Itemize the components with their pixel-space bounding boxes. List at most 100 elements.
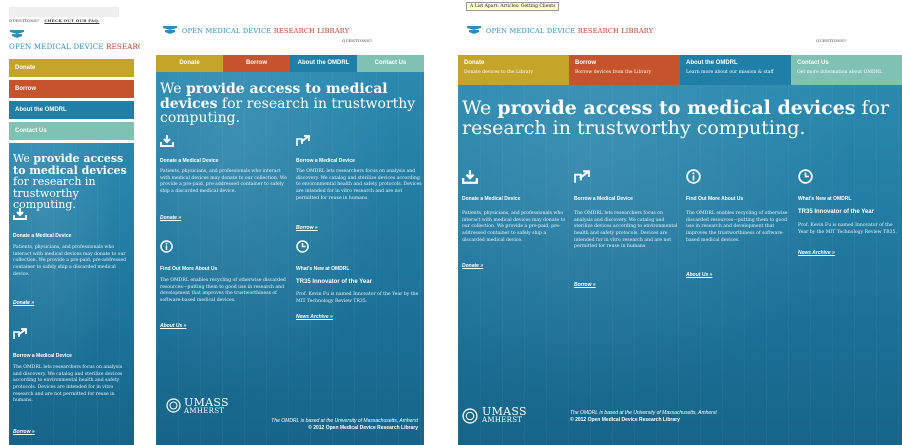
donate-body: Patients, physicians, and professionals … (13, 245, 127, 277)
nav-donate[interactable]: Donate (156, 55, 223, 72)
nav-donate-label: Donate (464, 60, 485, 66)
nav-about-sub: Learn more about our mission & staff (686, 70, 774, 75)
news-headline: TR35 Innovator of the Year (798, 209, 874, 215)
news-link[interactable]: News Archive » (798, 250, 835, 256)
logo-open: OPEN (486, 27, 510, 35)
nav-borrow-label: Borrow (575, 60, 596, 66)
arrow-out-icon (574, 170, 590, 184)
clock-icon (798, 169, 813, 184)
nav-donate[interactable]: Donate Donate devices to the Library (458, 55, 569, 85)
logo-wordmark[interactable]: OPEN MEDICAL DEVICE RESEARCH LIBRARY (182, 27, 349, 35)
nav-donate-label: Donate (179, 60, 200, 66)
umass-wordmark: UMASS AMHERST (184, 397, 229, 415)
questions-label: QUESTIONS? (9, 18, 40, 23)
info-icon (686, 169, 701, 184)
footer-text: The OMDRL is based at the University of … (236, 418, 418, 432)
footer-copyright: © 2012 Open Medical Device Research Libr… (570, 417, 680, 423)
donate-title: Donate a Medical Device (462, 196, 521, 202)
news-body: Prof. Kevin Fu is named Innovator of the… (296, 292, 419, 304)
hero-bold: provide access to medical devices (497, 97, 856, 119)
omdrl-logo-icon[interactable] (162, 24, 178, 36)
about-link[interactable]: About Us » (160, 323, 186, 329)
nav-contact[interactable]: Contact Us (9, 122, 134, 140)
borrow-link[interactable]: Borrow » (296, 225, 318, 231)
news-link[interactable]: News Archive » (296, 314, 333, 320)
borrow-link[interactable]: Borrow » (574, 282, 596, 288)
footer-copyright: © 2012 Open Medical Device Research Libr… (308, 425, 418, 431)
info-icon (160, 240, 173, 253)
nav-contact-label: Contact Us (15, 128, 47, 134)
nav-contact[interactable]: Contact Us Get more information about OM… (791, 55, 902, 85)
nav-about[interactable]: About the OMDRL Learn more about our mis… (680, 55, 791, 85)
about-title: Find Out More About Us (160, 266, 218, 272)
content-area: We provide access to medical devices for… (156, 72, 424, 445)
footer-text: The OMDRL is based at the University of … (570, 410, 810, 424)
nav-borrow-label: Borrow (246, 60, 267, 66)
omdrl-logo-icon[interactable] (466, 24, 482, 36)
browser-tooltip: A List Apart: Articles: Getting Clients (466, 2, 560, 11)
nav-contact-sub: Get more information about OMDRL (797, 70, 883, 75)
amherst-text: AMHERST (482, 415, 523, 424)
logo-wordmark[interactable]: OPEN MEDICAL DEVICE RESEARCH LIBRARY (486, 27, 653, 35)
borrow-body: The OMDRL lets researchers focus on anal… (574, 211, 678, 250)
logo-research: RESEARCH LIBRARY (273, 27, 350, 35)
about-body: The OMDRL enables recycling of otherwise… (160, 278, 286, 303)
donate-link[interactable]: Donate » (462, 263, 483, 269)
panel-desktop: A List Apart: Articles: Getting Clients … (444, 0, 902, 445)
top-strip: QUESTIONS? CHECK OUT OUR FAQ. (9, 7, 119, 23)
donate-body: Patients, physicians, and professionals … (462, 211, 566, 243)
logo-open: OPEN (9, 43, 34, 51)
logo-medical: MEDICAL DEVICE (33, 43, 107, 51)
nav-about[interactable]: About the OMDRL (9, 101, 134, 119)
nav-borrow[interactable]: Borrow (9, 80, 134, 98)
nav-donate-sub: Donate devices to the Library (464, 70, 534, 75)
about-link[interactable]: About Us » (686, 272, 712, 278)
nav-contact[interactable]: Contact Us (357, 55, 424, 72)
logo-medical: MEDICAL DEVICE (205, 27, 274, 35)
nav-donate[interactable]: Donate (9, 59, 134, 77)
donate-title: Donate a Medical Device (160, 158, 219, 164)
donate-link[interactable]: Donate » (160, 215, 181, 221)
borrow-body: The OMDRL lets researchers focus on anal… (296, 169, 422, 201)
panel-tablet: OPEN MEDICAL DEVICE RESEARCH LIBRARY QUE… (148, 0, 430, 445)
nav-about-label: About the OMDRL (15, 107, 67, 113)
logo-medical: MEDICAL DEVICE (509, 27, 578, 35)
donate-body: Patients, physicians, and professionals … (160, 169, 287, 194)
omdrl-logo-icon[interactable] (9, 28, 25, 40)
nav-about-label: About the OMDRL (686, 60, 738, 66)
nav-contact-label: Contact Us (797, 60, 829, 66)
logo-open: OPEN (182, 27, 206, 35)
donate-title: Donate a Medical Device (13, 233, 72, 239)
nav-donate-label: Donate (15, 65, 36, 71)
footer-based: The OMDRL is based at the University of … (271, 418, 418, 424)
content-area: We provide access to medical devices for… (458, 85, 902, 445)
content-area: We provide access to medical devices for… (9, 143, 134, 445)
logo-research: RESEARCH LIBRARY (577, 27, 654, 35)
umass-seal-icon (166, 398, 181, 413)
download-icon (160, 135, 174, 147)
logo-wordmark[interactable]: OPEN MEDICAL DEVICE RESEARCH LIBRARY (9, 43, 140, 51)
about-body: The OMDRL enables recycling of otherwise… (686, 211, 788, 243)
footer-based: The OMDRL is based at the University of … (570, 410, 717, 416)
panel-mobile: QUESTIONS? CHECK OUT OUR FAQ. OPEN MEDIC… (0, 0, 140, 445)
download-icon (462, 170, 478, 184)
questions-label: QUESTIONS? (342, 38, 373, 43)
news-title: What's New at OMDRL (296, 266, 350, 272)
borrow-link[interactable]: Borrow » (13, 429, 35, 435)
faq-link[interactable]: CHECK OUT OUR FAQ. (44, 18, 99, 23)
nav-borrow-sub: Borrow devices from the Library (575, 70, 652, 75)
hero-we: We (462, 97, 498, 119)
nav-contact-label: Contact Us (374, 60, 407, 66)
logo-research: RESEARCH LIBRARY (106, 43, 140, 51)
borrow-title: Borrow a Medical Device (296, 158, 355, 164)
about-title: Find Out More About Us (686, 196, 744, 202)
nav-about-label: About the OMDRL (297, 60, 350, 66)
donate-link[interactable]: Donate » (13, 300, 34, 306)
news-body: Prof. Kevin Fu is named Innovator of the… (798, 223, 897, 235)
borrow-title: Borrow a Medical Device (574, 196, 633, 202)
nav-about[interactable]: About the OMDRL (290, 55, 357, 72)
download-icon (13, 208, 27, 220)
borrow-body: The OMDRL lets researchers focus on anal… (13, 365, 123, 404)
nav-borrow[interactable]: Borrow Borrow devices from the Library (569, 55, 680, 85)
nav-borrow[interactable]: Borrow (223, 55, 290, 72)
